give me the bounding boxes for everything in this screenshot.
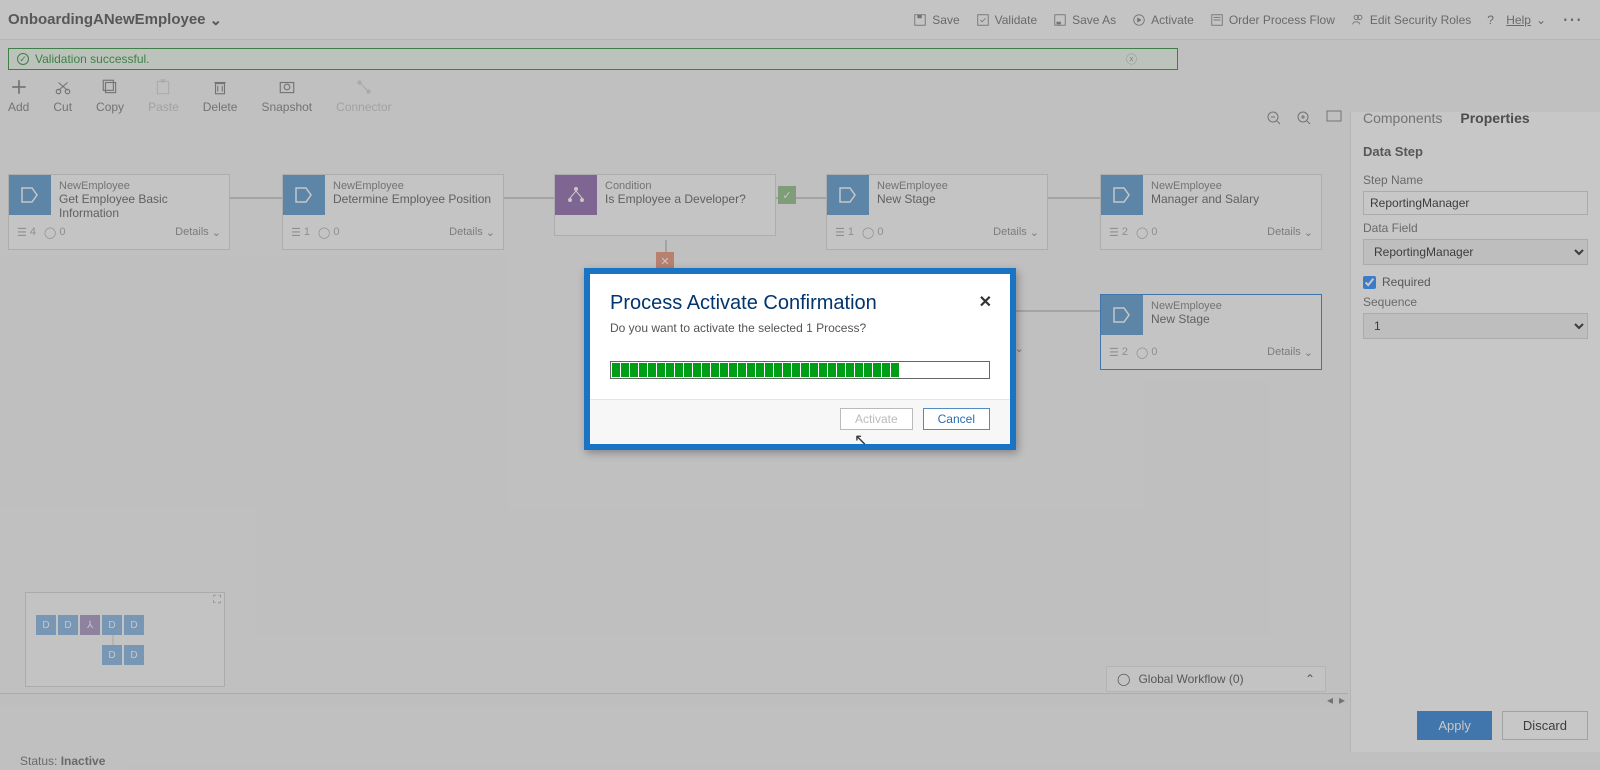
progress-bar bbox=[610, 361, 990, 379]
modal-overlay: ✕ Process Activate Confirmation Do you w… bbox=[0, 0, 1600, 770]
close-icon[interactable]: ✕ bbox=[979, 292, 992, 312]
modal-message: Do you want to activate the selected 1 P… bbox=[610, 321, 990, 335]
modal-cancel-button[interactable]: Cancel bbox=[923, 408, 990, 430]
modal-title: Process Activate Confirmation bbox=[610, 292, 990, 315]
activate-confirm-modal: ✕ Process Activate Confirmation Do you w… bbox=[584, 268, 1016, 450]
modal-activate-button[interactable]: Activate bbox=[840, 408, 913, 430]
